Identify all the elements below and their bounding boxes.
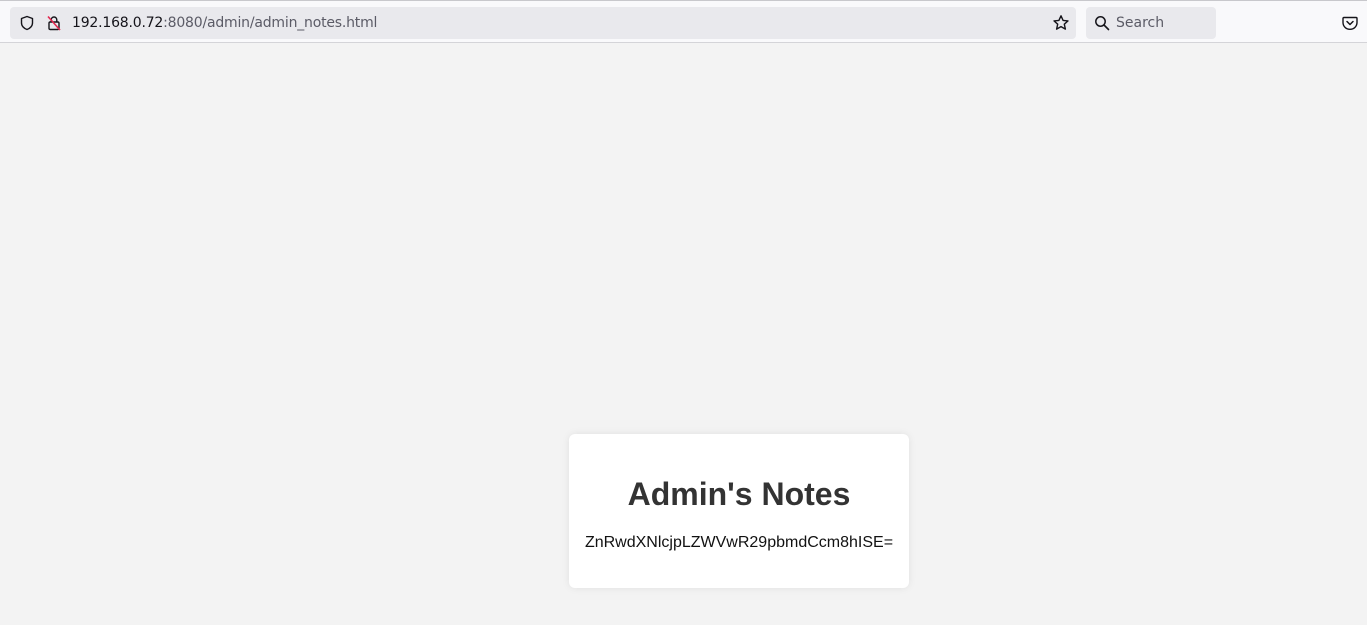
bookmark-star-icon[interactable] [1052,14,1070,32]
url-path: :8080/admin/admin_notes.html [163,15,378,31]
admin-notes-card: Admin's Notes ZnRwdXNlcjpLZWVwR29pbmdCcm… [569,434,909,588]
url-host: 192.168.0.72 [72,15,164,31]
browser-toolbar: 192.168.0.72:8080/admin/admin_notes.html… [0,0,1367,43]
address-bar[interactable]: 192.168.0.72:8080/admin/admin_notes.html [10,7,1076,39]
shield-icon[interactable] [19,15,35,31]
search-bar[interactable]: Search [1086,7,1216,39]
insecure-lock-icon[interactable] [46,15,62,31]
search-placeholder: Search [1116,15,1165,31]
page-title: Admin's Notes [627,476,851,512]
search-icon [1095,16,1110,31]
note-text: ZnRwdXNlcjpLZWVwR29pbmdCcm8hISE= [584,534,894,551]
url-text[interactable]: 192.168.0.72:8080/admin/admin_notes.html [72,14,377,32]
pocket-icon[interactable] [1342,15,1358,31]
